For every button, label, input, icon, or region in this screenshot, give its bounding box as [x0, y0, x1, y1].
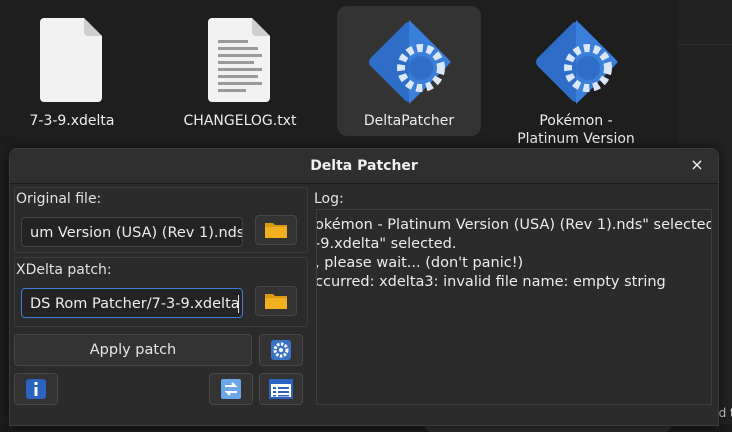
file-item-deltapatcher[interactable]: DeltaPatcher: [337, 6, 481, 136]
swap-button[interactable]: [209, 373, 253, 405]
list-view-icon: [269, 379, 293, 399]
deltapatcher-app-icon: [369, 20, 451, 104]
delta-patcher-dialog: Delta Patcher × Original file: um Versio…: [9, 148, 719, 426]
file-label: CHANGELOG.txt: [183, 113, 297, 129]
swap-arrows-icon: [221, 379, 241, 399]
log-panel[interactable]: okémon - Platinum Version (USA) (Rev 1).…: [316, 209, 712, 405]
log-line: ccurred: xdelta3: invalid file name: emp…: [316, 274, 666, 290]
side-panel-divider: [678, 44, 732, 45]
about-button[interactable]: [14, 373, 58, 405]
dialog-title: Delta Patcher: [310, 158, 418, 174]
file-item-changelog[interactable]: CHANGELOG.txt: [168, 6, 312, 136]
xdelta-patch-input[interactable]: DS Rom Patcher/7-3-9.xdelta: [21, 288, 243, 318]
file-item-xdelta[interactable]: 7-3-9.xdelta: [0, 6, 144, 136]
file-label: 7-3-9.xdelta: [29, 113, 115, 129]
browse-xdelta-button[interactable]: [255, 286, 297, 316]
document-icon: [40, 18, 102, 102]
folder-icon: [265, 294, 287, 309]
info-icon: [26, 379, 46, 399]
text-document-icon: [208, 18, 270, 102]
folder-icon: [265, 223, 287, 238]
file-label-line1: Pokémon -: [539, 113, 613, 129]
deltapatcher-file-icon: [536, 20, 618, 104]
original-file-input[interactable]: um Version (USA) (Rev 1).nds: [21, 217, 243, 247]
xdelta-patch-label: XDelta patch:: [16, 262, 112, 278]
log-toggle-button[interactable]: [259, 373, 303, 405]
apply-patch-button[interactable]: Apply patch: [14, 334, 252, 366]
file-label-line2: Platinum Version: [517, 131, 635, 147]
log-label: Log:: [314, 191, 344, 207]
log-line: , please wait... (don't panic!): [316, 255, 524, 271]
dialog-titlebar[interactable]: Delta Patcher ×: [10, 149, 718, 184]
log-line: -9.xdelta" selected.: [316, 236, 457, 252]
original-file-label: Original file:: [16, 191, 102, 207]
settings-button[interactable]: [259, 334, 303, 366]
file-label: DeltaPatcher: [363, 113, 455, 129]
log-line: okémon - Platinum Version (USA) (Rev 1).…: [316, 217, 712, 233]
close-icon[interactable]: ×: [688, 156, 706, 174]
browse-original-button[interactable]: [255, 215, 297, 245]
gear-icon: [271, 340, 291, 360]
log-viewport: okémon - Platinum Version (USA) (Rev 1).…: [316, 210, 712, 404]
file-item-pokemon-platinum[interactable]: Pokémon - Platinum Version: [504, 6, 648, 147]
